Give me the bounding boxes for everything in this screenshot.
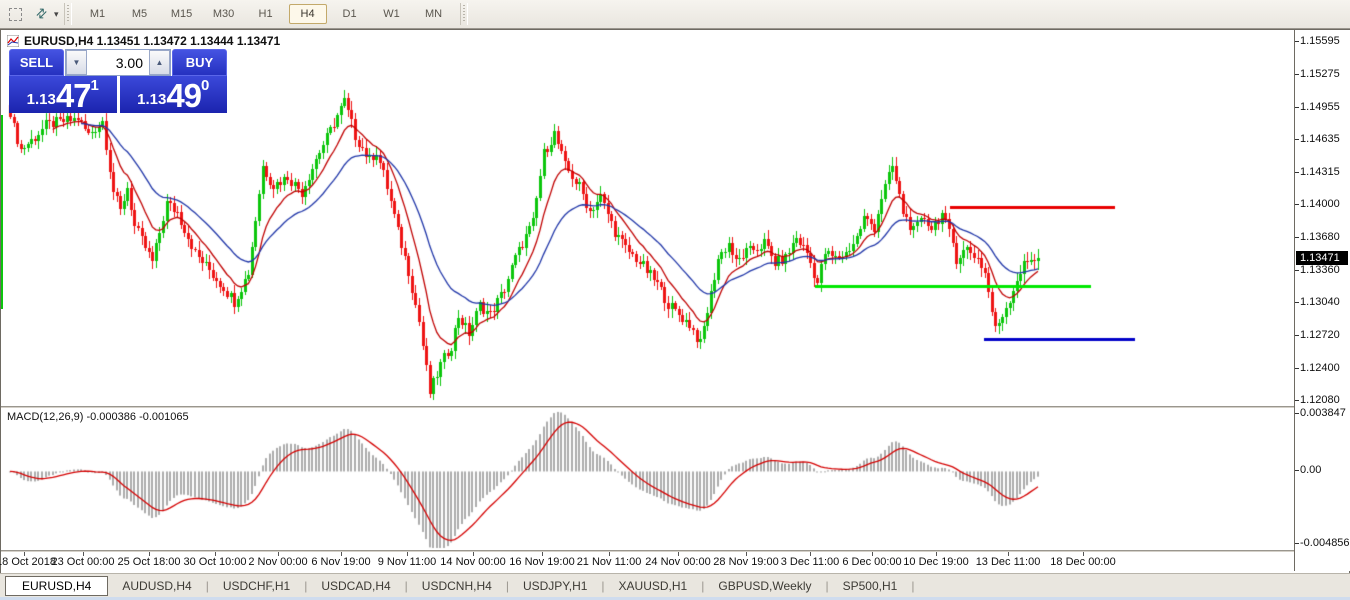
date-axis-tick [83,552,84,556]
chart-tab-sp500-h1[interactable]: SP500,H1 [829,577,912,595]
timeframe-button-m30[interactable]: M30 [205,4,243,24]
buy-price-main: 49 [166,81,201,111]
price-axis[interactable]: 1.13471 1.15595 1.15275 1.14955 1.14635 1.14… [1294,30,1350,571]
axis-tick [1295,237,1299,238]
date-axis-tick [407,552,408,556]
date-axis-tick [1008,552,1009,556]
chart-tab-eurusd-h4[interactable]: EURUSD,H4 [5,576,108,596]
axis-tick [1295,335,1299,336]
axis-tick [1295,413,1299,414]
sell-quote[interactable]: 1.13471 [9,76,117,113]
chart-window: EURUSD,H4 1.13451 1.13472 1.13444 1.1347… [0,29,1350,574]
volume-input[interactable]: 3.00 [87,50,149,75]
chart-tab-usdjpy-h1[interactable]: USDJPY,H1 [509,577,601,595]
price-axis-label: 1.12080 [1300,394,1340,406]
chart-tab-gbpusd-weekly[interactable]: GBPUSD,Weekly [704,577,825,595]
volume-increase-button[interactable]: ▲ [149,50,170,75]
timeframe-button-h4[interactable]: H4 [289,4,327,24]
chart-tab-bar: EURUSD,H4AUDUSD,H4|USDCHF,H1|USDCAD,H4|U… [0,573,1350,598]
date-axis-tick [609,552,610,556]
axis-tick [1295,470,1299,471]
chart-tab-usdcnh-h4[interactable]: USDCNH,H4 [408,577,506,595]
timeframe-button-w1[interactable]: W1 [373,4,411,24]
price-axis-label: 1.15275 [1300,68,1340,80]
axis-tick [1295,543,1299,544]
sell-price-main: 47 [56,81,91,111]
date-axis[interactable]: 18 Oct 201823 Oct 00:0025 Oct 18:0030 Oc… [1,552,1294,571]
sell-price-pip: 1 [91,77,99,94]
date-axis-tick [149,552,150,556]
clipped-candle [1,115,3,309]
date-axis-tick [278,552,279,556]
axis-tick [1295,302,1299,303]
chart-icon [7,35,19,47]
timeframe-button-m15[interactable]: M15 [163,4,201,24]
buy-quote[interactable]: 1.13490 [120,76,228,113]
macd-pane[interactable] [1,408,1294,550]
macd-axis-label: 0.003847 [1300,407,1346,419]
timeframe-button-m1[interactable]: M1 [79,4,117,24]
axis-tick [1295,107,1299,108]
date-axis-tick [746,552,747,556]
chart-tab-usdcad-h4[interactable]: USDCAD,H4 [307,577,404,595]
chart-tab-xauusd-h1[interactable]: XAUUSD,H1 [605,577,702,595]
buy-price-prefix: 1.13 [137,91,166,108]
date-axis-tick [473,552,474,556]
timeframe-button-m5[interactable]: M5 [121,4,159,24]
buy-button[interactable]: BUY [172,49,227,76]
chart-tab-usdchf-h1[interactable]: USDCHF,H1 [209,577,304,595]
dashed-rectangle-icon[interactable] [4,4,26,24]
price-axis-label: 1.14635 [1300,133,1340,145]
macd-axis-label: 0.00 [1300,464,1321,476]
date-axis-tick [24,552,25,556]
axis-tick [1295,204,1299,205]
toolbar-separator [460,3,468,25]
buy-price-pip: 0 [201,77,209,94]
price-axis-label: 1.13680 [1300,231,1340,243]
volume-stepper: ▼ 3.00 ▲ [65,49,171,76]
price-axis-label: 1.14955 [1300,101,1340,113]
current-price-tag: 1.13471 [1296,251,1348,265]
price-axis-label: 1.12720 [1300,329,1340,341]
axis-tick [1295,74,1299,75]
timeframe-button-d1[interactable]: D1 [331,4,369,24]
chart-title: EURUSD,H4 1.13451 1.13472 1.13444 1.1347… [7,34,280,48]
chart-title-text: EURUSD,H4 1.13451 1.13472 1.13444 1.1347… [24,34,280,48]
axis-tick [1295,139,1299,140]
price-axis-label: 1.12400 [1300,362,1340,374]
sell-button[interactable]: SELL [9,49,64,76]
date-axis-tick [678,552,679,556]
axis-tick [1295,172,1299,173]
price-axis-label: 1.14315 [1300,166,1340,178]
toolbar-separator [64,3,72,25]
tab-separator: | [911,579,914,593]
date-axis-tick [936,552,937,556]
timeframe-button-mn[interactable]: MN [415,4,453,24]
price-axis-label: 1.14000 [1300,198,1340,210]
price-axis-label: 1.13360 [1300,264,1340,276]
macd-axis-label: -0.004856 [1300,537,1350,549]
axis-tick [1295,41,1299,42]
date-axis-tick [542,552,543,556]
axis-tick [1295,270,1299,271]
volume-decrease-button[interactable]: ▼ [66,50,87,75]
price-axis-label: 1.15595 [1300,35,1340,47]
chart-tab-audusd-h4[interactable]: AUDUSD,H4 [108,577,205,595]
date-axis-tick [872,552,873,556]
top-toolbar: ⇅ ▾ M1M5M15M30H1H4D1W1MN [0,0,1350,29]
axis-tick [1295,368,1299,369]
macd-indicator-label: MACD(12,26,9) -0.000386 -0.001065 [7,411,189,423]
price-axis-label: 1.13040 [1300,296,1340,308]
date-axis-tick [810,552,811,556]
axis-tick [1295,400,1299,401]
date-axis-tick [1083,552,1084,556]
sell-price-prefix: 1.13 [27,91,56,108]
one-click-trading-panel: SELL ▼ 3.00 ▲ BUY 1.13471 1.13490 [9,49,227,113]
date-axis-tick [215,552,216,556]
tile-windows-icon[interactable]: ⇅ [26,0,56,29]
date-axis-label: 18 Dec 00:00 [1038,556,1128,568]
date-axis-tick [341,552,342,556]
timeframe-button-h1[interactable]: H1 [247,4,285,24]
macd-canvas[interactable] [1,408,1294,550]
